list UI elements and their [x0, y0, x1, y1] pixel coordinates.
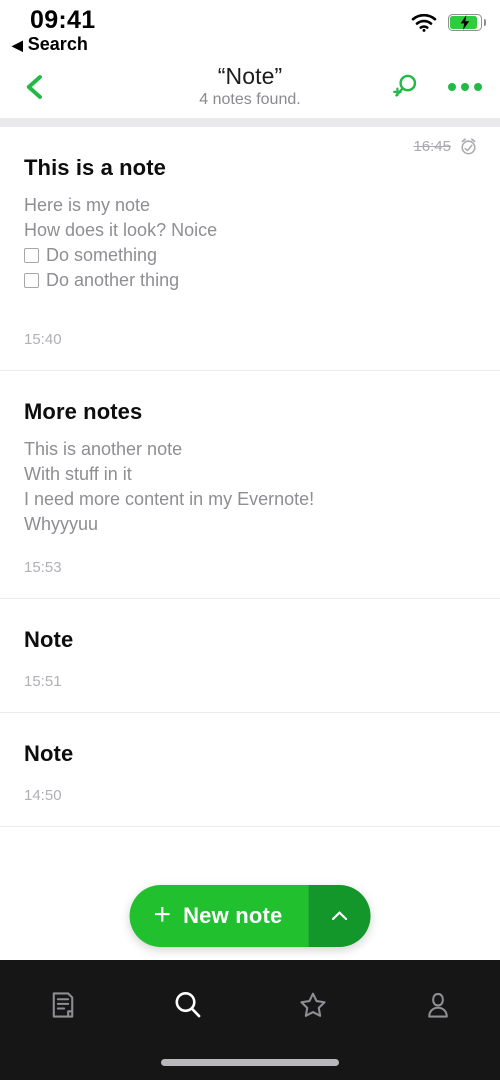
return-app-label: Search — [27, 34, 88, 54]
search-plus-button[interactable] — [384, 66, 426, 108]
note-list-item[interactable]: Note 14:50 — [0, 713, 500, 827]
home-indicator — [161, 1059, 339, 1066]
note-list-item[interactable]: 16:45 This is a note Here is my note How… — [0, 127, 500, 371]
note-title: More notes — [24, 399, 143, 424]
alarm-clock-icon — [461, 138, 476, 155]
notes-icon — [52, 992, 73, 1018]
reminder-time: 16:45 — [413, 138, 451, 155]
tab-notes[interactable] — [0, 978, 125, 1032]
note-list-item[interactable]: Note 15:51 — [0, 599, 500, 713]
tab-account[interactable] — [375, 978, 500, 1032]
note-preview-line: How does it look? Noice — [24, 218, 476, 243]
note-line-text: With stuff in it — [24, 464, 132, 484]
back-triangle-icon: ◀ — [12, 36, 23, 53]
back-button[interactable] — [16, 68, 54, 106]
tab-shortcuts[interactable] — [250, 978, 375, 1032]
note-timestamp: 14:50 — [24, 787, 62, 804]
battery-charging-icon — [448, 13, 486, 31]
note-line-text: I need more content in my Evernote! — [24, 489, 315, 509]
note-preview: This is another note With stuff in it I … — [24, 437, 476, 537]
note-preview-line: Whyyyuu — [24, 512, 476, 537]
header-divider — [0, 118, 500, 127]
note-preview-checkbox-line: Do something — [24, 243, 476, 268]
app-screen: 09:41 ◀ Search “Note” 4 notes found. 16:… — [0, 0, 500, 1080]
checkbox-unchecked-icon — [24, 248, 39, 263]
note-line-text: Do something — [46, 245, 158, 265]
note-line-text: How does it look? Noice — [24, 220, 218, 240]
wifi-icon — [411, 12, 437, 32]
more-options-icon — [448, 83, 482, 91]
new-note-label: New note — [183, 903, 283, 928]
note-timestamp: 15:53 — [24, 559, 62, 576]
new-note-fab[interactable]: + New note — [129, 885, 371, 947]
new-note-expand-button[interactable] — [308, 885, 371, 947]
note-preview-line: This is another note — [24, 437, 476, 462]
status-bar-indicators — [411, 12, 486, 32]
note-line-text: This is another note — [24, 439, 183, 459]
search-plus-icon — [393, 74, 417, 97]
note-timestamp: 15:40 — [24, 331, 62, 348]
note-list[interactable]: 16:45 This is a note Here is my note How… — [0, 127, 500, 960]
bottom-tab-bar — [0, 960, 500, 1080]
note-line-text: Whyyyuu — [24, 514, 99, 534]
new-note-button[interactable]: + New note — [129, 885, 309, 947]
chevron-left-icon — [26, 75, 42, 99]
checkbox-unchecked-icon — [24, 273, 39, 288]
note-preview-checkbox-line: Do another thing — [24, 268, 476, 293]
status-bar-clock: 09:41 — [30, 6, 96, 34]
note-line-text: Do another thing — [46, 270, 180, 290]
star-icon — [299, 992, 326, 1017]
more-options-button[interactable] — [444, 66, 486, 108]
note-title: Note — [24, 627, 74, 652]
status-bar: 09:41 ◀ Search — [0, 0, 500, 56]
return-to-search-app[interactable]: ◀ Search — [12, 34, 88, 55]
tab-search[interactable] — [125, 978, 250, 1032]
note-reminder: 16:45 — [413, 137, 478, 156]
chevron-up-icon — [331, 911, 348, 921]
search-icon — [175, 992, 200, 1018]
note-preview-line: Here is my note — [24, 193, 476, 218]
note-preview-line: I need more content in my Evernote! — [24, 487, 476, 512]
note-preview: Here is my note How does it look? Noice … — [24, 193, 476, 293]
note-list-item[interactable]: More notes This is another note With stu… — [0, 371, 500, 599]
note-title: This is a note — [24, 155, 166, 180]
profile-icon — [427, 992, 448, 1018]
plus-icon: + — [153, 897, 172, 931]
navigation-bar: “Note” 4 notes found. — [0, 56, 500, 118]
note-timestamp: 15:51 — [24, 673, 62, 690]
note-title: Note — [24, 741, 74, 766]
navigation-actions — [384, 66, 486, 108]
note-preview-line: With stuff in it — [24, 462, 476, 487]
note-line-text: Here is my note — [24, 195, 151, 215]
